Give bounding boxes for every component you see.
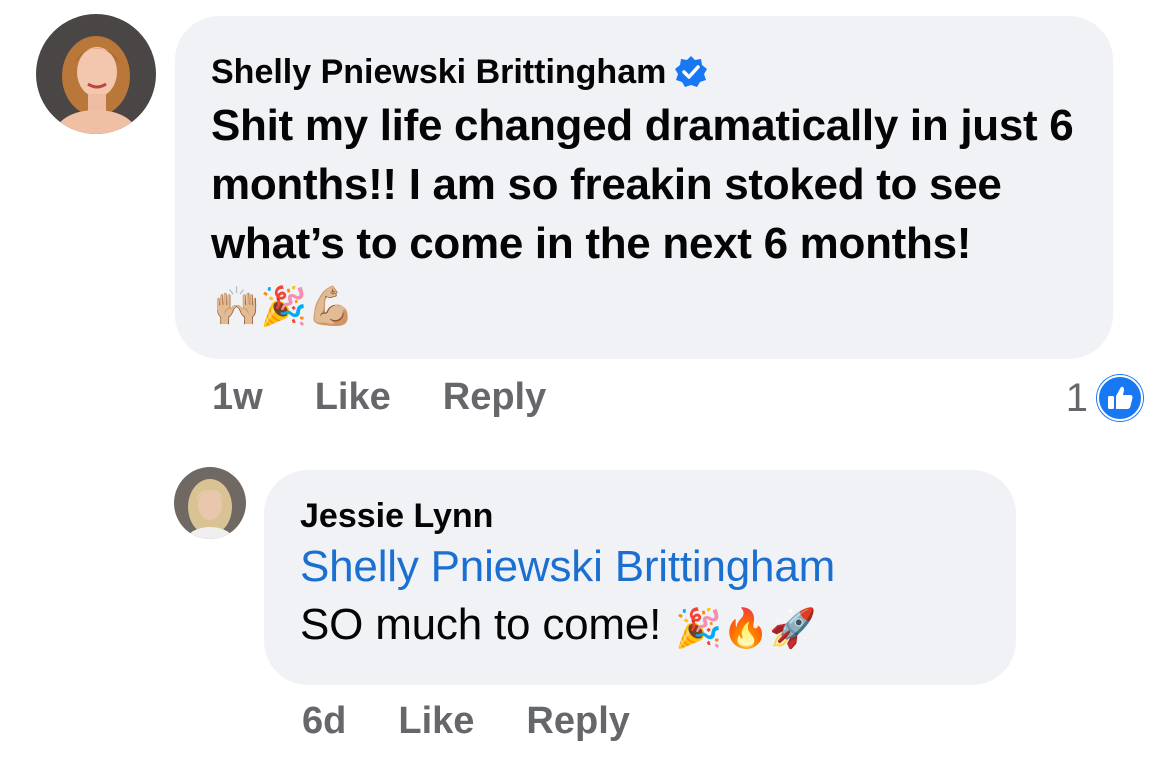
reaction-summary[interactable]: 1 <box>1066 374 1144 422</box>
comment-author: Shelly Pniewski Brittingham <box>211 50 1077 94</box>
user-avatar-icon <box>174 467 246 539</box>
reply-bubble: Jessie Lynn Shelly Pniewski Brittingham … <box>264 470 1016 685</box>
reply-button[interactable]: Reply <box>526 700 629 743</box>
comment-text-content: Shit my life changed dramatically in jus… <box>211 101 1074 268</box>
author-name[interactable]: Shelly Pniewski Brittingham <box>211 50 666 94</box>
avatar[interactable] <box>36 14 156 134</box>
verified-badge-icon <box>674 55 708 89</box>
reaction-count: 1 <box>1065 375 1088 420</box>
author-name[interactable]: Jessie Lynn <box>300 494 493 538</box>
like-button[interactable]: Like <box>315 376 391 419</box>
comment-text: Shelly Pniewski Brittingham SO much to c… <box>300 538 980 654</box>
reply-text-line: SO much to come! 🎉🔥🚀 <box>300 596 980 654</box>
user-avatar-icon <box>36 14 156 134</box>
timestamp[interactable]: 6d <box>302 700 346 743</box>
comment-text: Shit my life changed dramatically in jus… <box>211 96 1077 332</box>
timestamp[interactable]: 1w <box>212 376 263 419</box>
comment-bubble: Shelly Pniewski Brittingham Shit my life… <box>175 16 1113 359</box>
avatar[interactable] <box>174 467 246 539</box>
like-thumbs-up-icon <box>1096 374 1144 422</box>
mention-link[interactable]: Shelly Pniewski Brittingham <box>300 538 980 596</box>
comment-actions: 6d Like Reply <box>302 700 630 743</box>
like-button[interactable]: Like <box>398 700 474 743</box>
comment-actions: 1w Like Reply <box>212 376 546 419</box>
comment-text-content: SO much to come! <box>300 600 662 649</box>
reply-button[interactable]: Reply <box>443 376 546 419</box>
comment-author: Jessie Lynn <box>300 494 980 538</box>
emoji-group: 🎉🔥🚀 <box>675 606 817 650</box>
emoji-group: 🙌🏼🎉💪🏼 <box>213 284 355 328</box>
